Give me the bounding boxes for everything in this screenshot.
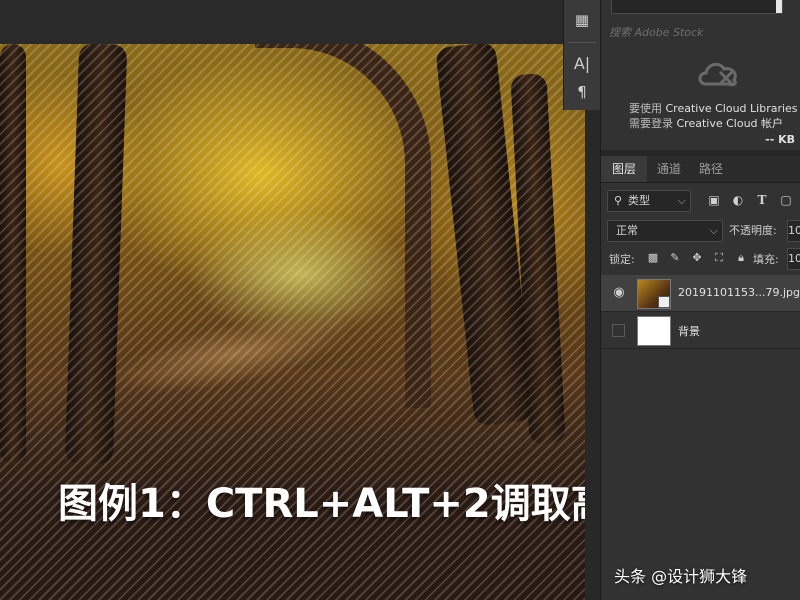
opacity-label: 不透明度: <box>729 224 777 237</box>
chevron-down-icon: ⌵ <box>709 224 718 237</box>
chevron-down-icon: ⌵ <box>677 194 686 207</box>
cc-message-text: 需要登录 <box>629 117 673 130</box>
adobe-stock-search-input[interactable]: 搜索 Adobe Stock <box>609 24 800 40</box>
strip-divider <box>568 42 596 43</box>
cc-libraries-link[interactable]: Creative Cloud Libraries <box>666 102 798 115</box>
eye-icon[interactable]: ◉ <box>611 285 627 301</box>
layer-thumbnail[interactable] <box>637 316 671 346</box>
right-panel: 搜索 Adobe Stock 要使用 Creative Cloud Librar… <box>600 0 800 600</box>
blend-mode-select[interactable]: 正常 ⌵ <box>607 220 723 242</box>
library-dropdown[interactable] <box>611 0 783 14</box>
opacity-input[interactable]: 10 <box>787 220 800 242</box>
cc-message-text: 要使用 <box>629 102 662 115</box>
lock-transparent-pixels-icon[interactable]: ▩ <box>645 250 661 266</box>
canvas-top-margin <box>0 0 585 44</box>
layer-name[interactable]: 20191101153...79.jpg!864 <box>678 286 800 299</box>
search-icon: ⚲ <box>614 194 623 207</box>
layer-row[interactable]: ◉ 20191101153...79.jpg!864 <box>601 275 800 312</box>
tab-layers[interactable]: 图层 <box>601 156 647 182</box>
panel-tool-strip: ▦ A| ¶ <box>563 0 601 110</box>
lock-row: 锁定: ▩ ✎ ✥ ⛶ 🔒︎ 填充: 10 <box>601 248 800 270</box>
smart-object-icon <box>658 296 670 308</box>
visibility-toggle-icon[interactable] <box>612 324 625 337</box>
fill-input[interactable]: 10 <box>787 248 800 270</box>
character-icon[interactable]: A| <box>570 52 594 76</box>
blend-row: 正常 ⌵ 不透明度: 10 <box>601 220 800 242</box>
layer-filter-row: ⚲ 类型 ⌵ ▣ ◐ T ▢ <box>601 190 800 214</box>
layer-filter-select[interactable]: ⚲ 类型 ⌵ <box>607 190 691 212</box>
3d-material-icon[interactable]: ▦ <box>570 8 594 32</box>
tab-paths[interactable]: 路径 <box>691 156 731 182</box>
cc-login-message-line-2: 需要登录 Creative Cloud 帐户 <box>629 115 783 131</box>
layer-list: ◉ 20191101153...79.jpg!864 背景 <box>601 275 800 600</box>
filter-shape-layer-icon[interactable]: ▢ <box>777 190 795 210</box>
layer-thumbnail[interactable] <box>637 279 671 309</box>
watermark: 头条 @设计狮大锋 <box>614 567 748 586</box>
layer-filter-value: 类型 <box>628 194 650 207</box>
lock-all-icon[interactable]: 🔒︎ <box>733 250 749 266</box>
tab-channels[interactable]: 通道 <box>647 156 691 182</box>
paragraph-icon[interactable]: ¶ <box>570 80 594 104</box>
filter-adjustment-layer-icon[interactable]: ◐ <box>729 190 747 210</box>
lock-artboard-icon[interactable]: ⛶ <box>711 250 727 266</box>
library-size-label: -- KB <box>765 133 795 146</box>
cc-account-link[interactable]: Creative Cloud 帐户 <box>677 117 784 130</box>
document-canvas[interactable]: 图例1：CTRL+ALT+2调取高光 <box>0 0 585 600</box>
cc-login-message-line-1: 要使用 Creative Cloud Libraries <box>629 100 798 116</box>
layer-row[interactable]: 背景 <box>601 312 800 349</box>
fill-label: 填充: <box>753 253 779 266</box>
library-menu-button[interactable] <box>776 0 782 13</box>
lock-label: 锁定: <box>609 253 635 266</box>
lock-image-pixels-icon[interactable]: ✎ <box>667 250 683 266</box>
layer-name[interactable]: 背景 <box>678 323 700 339</box>
tutorial-caption: 图例1：CTRL+ALT+2调取高光 <box>58 481 585 527</box>
blend-mode-value: 正常 <box>616 224 638 237</box>
filter-pixel-layer-icon[interactable]: ▣ <box>705 190 723 210</box>
filter-text-layer-icon[interactable]: T <box>753 190 771 210</box>
layers-panel-tabs: 图层 通道 路径 <box>601 156 800 183</box>
lock-position-icon[interactable]: ✥ <box>689 250 705 266</box>
cloud-offline-icon <box>698 62 737 87</box>
